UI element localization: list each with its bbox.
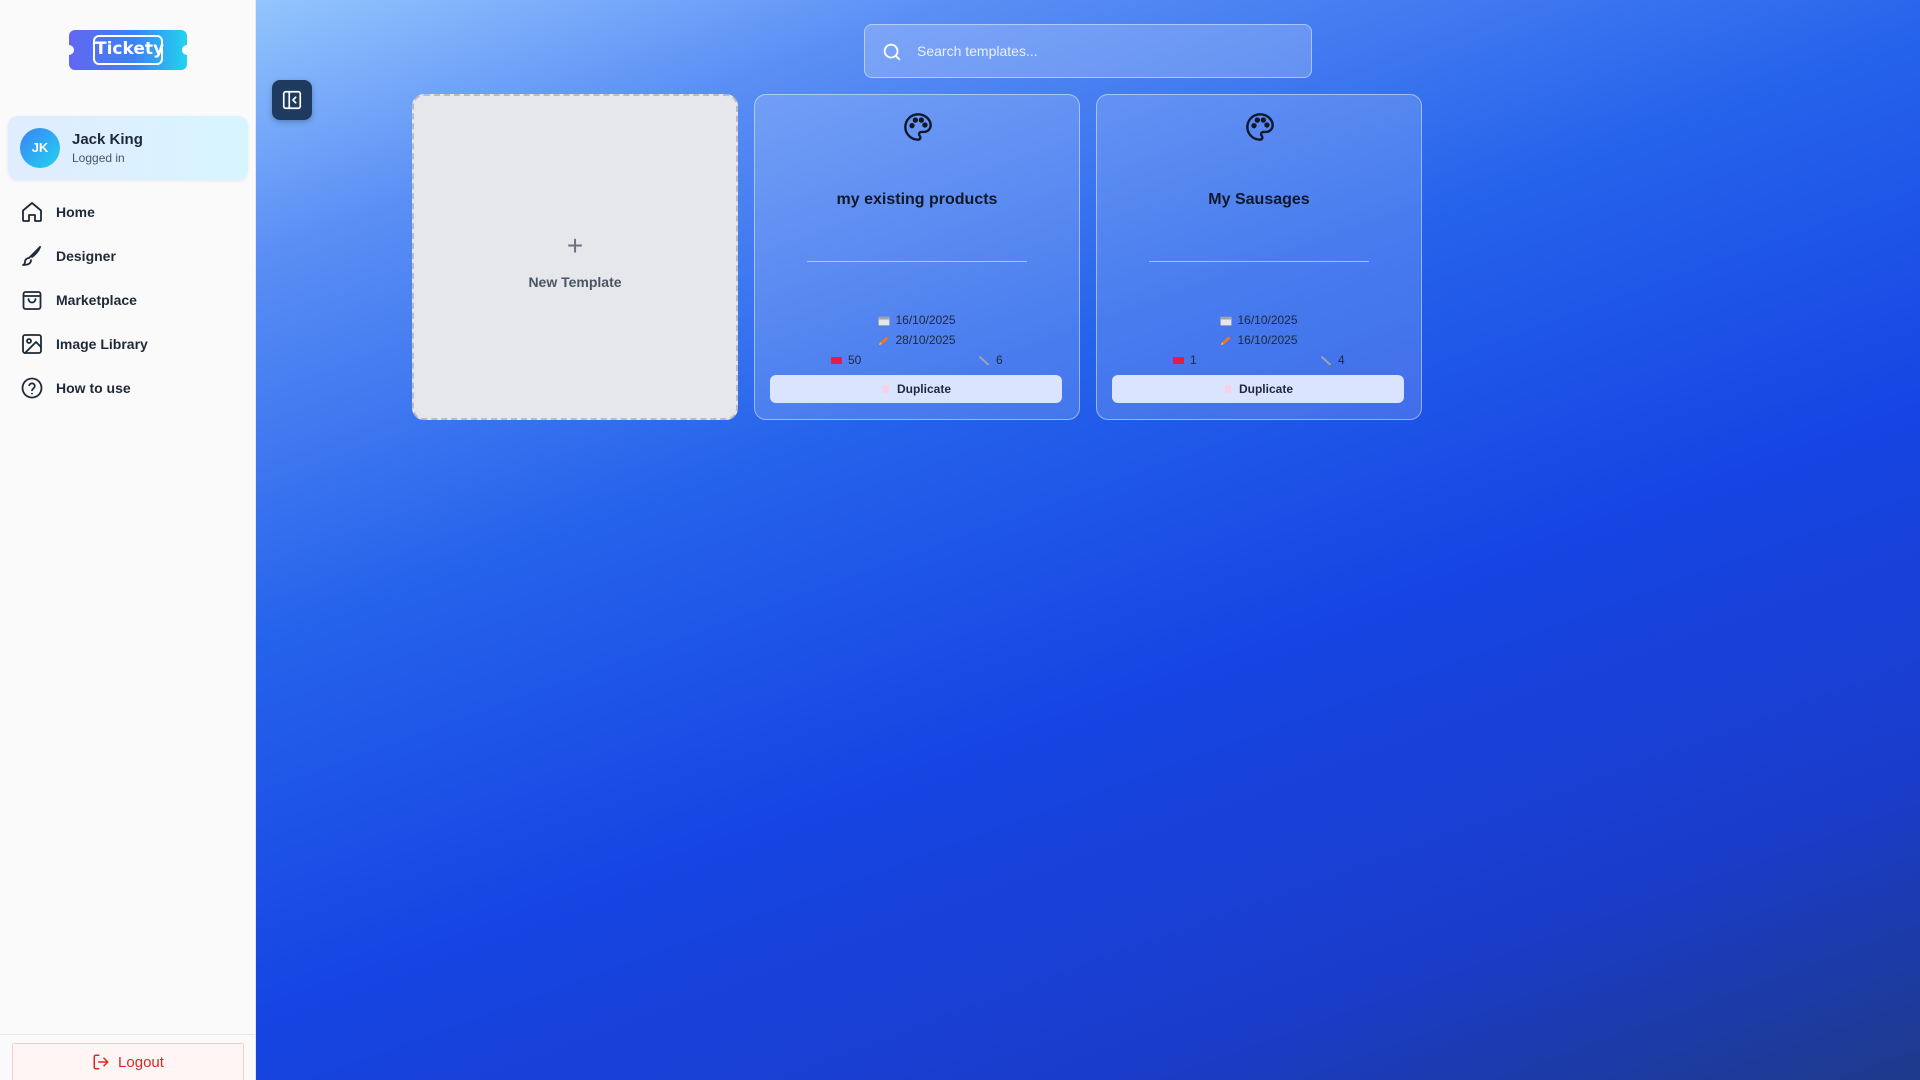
- sidebar-nav: Home Designer Marketplace Image Library …: [8, 190, 248, 410]
- ticket-count: 50: [831, 353, 861, 367]
- search-icon: [883, 43, 901, 61]
- divider: [1149, 261, 1369, 262]
- element-count: 4: [1321, 353, 1345, 367]
- main-content: + New Template my existing products 16/1…: [256, 0, 1920, 1080]
- logout-label: Logout: [118, 1053, 164, 1071]
- user-status: Logged in: [72, 151, 125, 165]
- divider: [807, 261, 1027, 262]
- wrench-icon: [1321, 356, 1331, 366]
- palette-icon: [904, 113, 932, 141]
- pencil-icon: [1221, 336, 1231, 345]
- copy-icon: [1224, 385, 1231, 393]
- sidebar-footer: Logout: [0, 1034, 256, 1080]
- logout-icon: [93, 1054, 109, 1070]
- edited-date: 16/10/2025: [1097, 333, 1421, 347]
- plus-icon: +: [566, 230, 584, 261]
- brush-icon: [22, 246, 41, 266]
- user-profile-card[interactable]: JK Jack King Logged in: [8, 116, 248, 180]
- logo-text: Tickety: [93, 35, 164, 65]
- avatar: JK: [20, 128, 60, 168]
- search-input[interactable]: [917, 25, 1297, 77]
- ticket-icon: [1173, 357, 1184, 365]
- copy-icon: [882, 385, 889, 393]
- new-template-label: New Template: [528, 274, 622, 290]
- calendar-icon: [878, 316, 891, 326]
- shopping-bag-icon: [22, 291, 42, 310]
- image-icon: [22, 334, 42, 354]
- help-circle-icon: [21, 377, 43, 399]
- user-name: Jack King: [72, 131, 143, 148]
- template-title: My Sausages: [1208, 191, 1310, 208]
- sidebar: Tickety JK Jack King Logged in Home Desi…: [0, 0, 256, 1080]
- new-template-card[interactable]: + New Template: [412, 94, 738, 420]
- palette-icon: [1246, 113, 1274, 141]
- sidebar-item-label: How to use: [56, 380, 131, 396]
- home-icon: [22, 202, 42, 222]
- sidebar-item-label: Marketplace: [56, 292, 137, 308]
- template-card[interactable]: my existing products 16/10/2025 28/10/20…: [754, 94, 1080, 420]
- logout-button[interactable]: Logout: [12, 1043, 244, 1080]
- tickety-logo[interactable]: Tickety: [64, 30, 192, 70]
- created-date: 16/10/2025: [755, 313, 1079, 327]
- sidebar-item-image-library[interactable]: Image Library: [8, 322, 248, 366]
- element-count: 6: [979, 353, 1003, 367]
- edited-date: 28/10/2025: [755, 333, 1079, 347]
- ticket-count: 1: [1173, 353, 1197, 367]
- duplicate-button[interactable]: Duplicate: [1112, 375, 1404, 403]
- created-date: 16/10/2025: [1097, 313, 1421, 327]
- sidebar-item-label: Image Library: [56, 336, 148, 352]
- sidebar-item-label: Home: [56, 204, 95, 220]
- sidebar-item-designer[interactable]: Designer: [8, 234, 248, 278]
- template-card[interactable]: My Sausages 16/10/2025 16/10/2025 1 4 Du…: [1096, 94, 1422, 420]
- template-title: my existing products: [836, 191, 998, 208]
- calendar-icon: [1220, 316, 1233, 326]
- collapse-sidebar-button[interactable]: [272, 80, 312, 120]
- pencil-icon: [879, 336, 889, 345]
- sidebar-item-label: Designer: [56, 248, 116, 264]
- duplicate-button[interactable]: Duplicate: [770, 375, 1062, 403]
- sidebar-item-how-to-use[interactable]: How to use: [8, 366, 248, 410]
- ticket-icon: [831, 357, 842, 365]
- panel-collapse-icon: [282, 90, 302, 110]
- wrench-icon: [979, 356, 989, 366]
- sidebar-item-home[interactable]: Home: [8, 190, 248, 234]
- sidebar-item-marketplace[interactable]: Marketplace: [8, 278, 248, 322]
- search-bar: [864, 24, 1312, 78]
